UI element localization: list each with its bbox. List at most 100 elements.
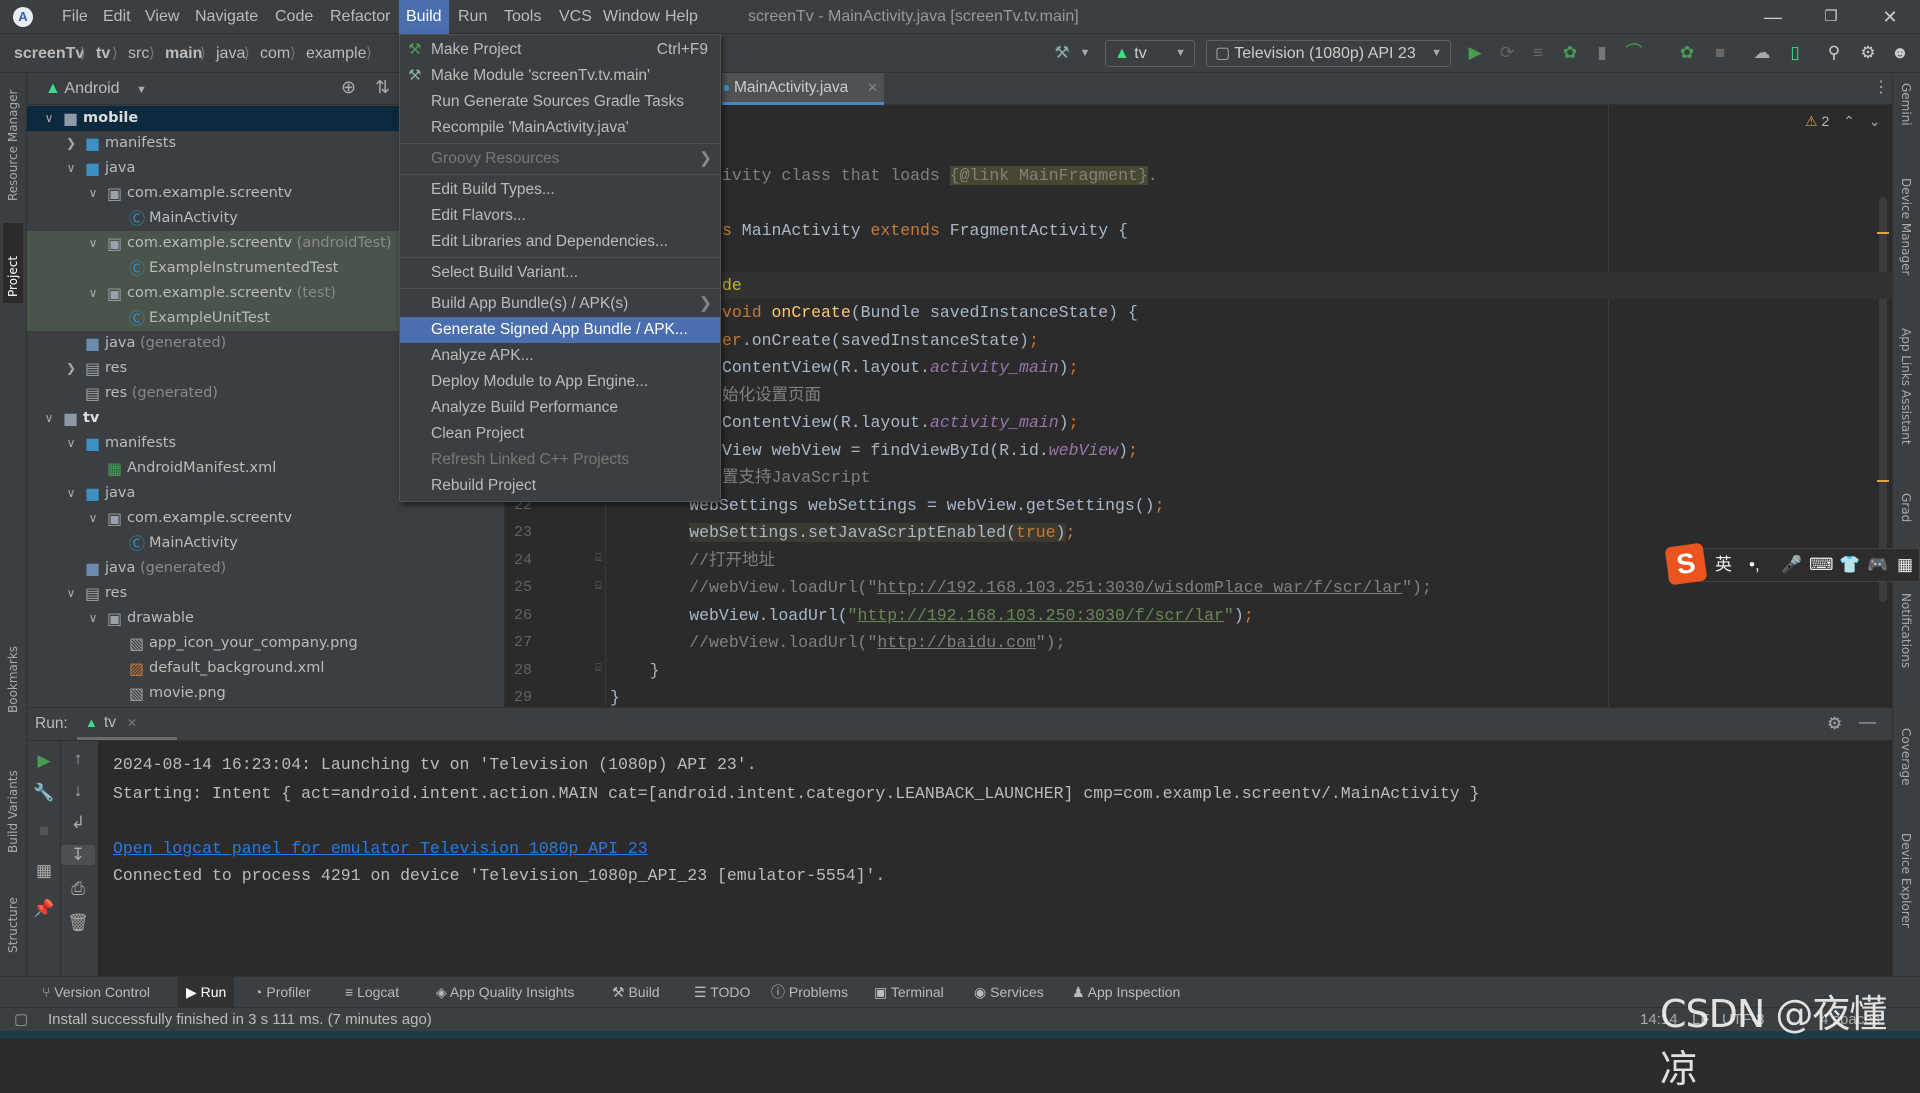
apply-code-changes-icon[interactable]: ≡ <box>1526 41 1550 65</box>
run-tab-tv[interactable]: ▲ tv ✕ <box>77 708 177 740</box>
status-message[interactable]: Install successfully finished in 3 s 111… <box>48 1008 432 1032</box>
device-select[interactable]: ▢ Television (1080p) API 23 ▼ <box>1206 40 1451 67</box>
build-menu-item[interactable]: Clean Project <box>400 421 720 447</box>
code-line[interactable]: } <box>610 657 660 684</box>
breadcrumb-item[interactable]: tv <box>96 34 110 73</box>
build-hammer-icon[interactable]: ⚒ <box>1050 41 1074 65</box>
skin-icon[interactable]: 👕 <box>1839 549 1860 581</box>
attach-debugger-icon[interactable]: ✿ <box>1675 41 1699 65</box>
arrow-down-icon[interactable]: ↓ <box>61 781 95 801</box>
more-options-icon[interactable]: ⋮ <box>1873 77 1889 97</box>
build-menu-item[interactable]: Make Project ⚒ Ctrl+F9 <box>400 37 720 63</box>
build-menu-item[interactable]: Recompile 'MainActivity.java' <box>400 115 720 141</box>
close-tab-icon[interactable]: ✕ <box>127 708 137 738</box>
pin-icon[interactable]: 📌 <box>27 899 61 919</box>
tool-gradle[interactable]: Grad <box>1899 493 1913 522</box>
breadcrumb-item[interactable]: main <box>165 34 202 73</box>
run-config-select[interactable]: ▲ tv ▼ <box>1105 40 1195 67</box>
gear-icon[interactable]: ⚙ <box>1827 714 1842 734</box>
tool-bookmarks[interactable]: Bookmarks <box>6 633 20 713</box>
tool-window-terminal[interactable]: ▣ Terminal <box>866 977 952 1008</box>
ime-punctuation-toggle[interactable]: •, <box>1749 549 1760 581</box>
logcat-link[interactable]: Open logcat panel for emulator Televisio… <box>113 839 648 858</box>
chevron-right-icon[interactable]: ❯ <box>64 131 78 156</box>
menu-edit[interactable]: Edit <box>96 0 138 34</box>
tree-item[interactable]: ■ java (generated) <box>27 556 504 581</box>
breadcrumb-item[interactable]: example <box>306 34 366 73</box>
code-line[interactable]: View webView = findViewById(R.id.webView… <box>722 437 1138 464</box>
tree-item[interactable]: ∨ ▣ drawable <box>27 606 504 631</box>
build-menu-item[interactable]: Generate Signed App Bundle / APK... <box>400 317 720 343</box>
chevron-down-icon[interactable]: ⌄ <box>1869 113 1881 129</box>
build-menu-item[interactable]: Analyze Build Performance <box>400 395 720 421</box>
build-menu-item[interactable]: Run Generate Sources Gradle Tasks <box>400 89 720 115</box>
tool-build-variants[interactable]: Build Variants <box>6 753 20 853</box>
code-line[interactable]: ContentView(R.layout.activity_main); <box>722 354 1078 381</box>
build-menu-item[interactable]: Select Build Variant... <box>400 260 720 286</box>
microphone-icon[interactable]: 🎤 <box>1781 549 1802 581</box>
code-line[interactable]: webSettings.setJavaScriptEnabled(true); <box>610 519 1075 546</box>
build-menu-item[interactable]: Make Module 'screenTv.tv.main' ⚒ <box>400 63 720 89</box>
menu-tools[interactable]: Tools <box>497 0 548 34</box>
chevron-down-icon[interactable]: ∨ <box>64 481 78 506</box>
tool-project[interactable]: Project <box>3 223 23 303</box>
menu-grid-icon[interactable]: ▦ <box>1897 549 1913 581</box>
menu-build[interactable]: Build <box>399 0 449 34</box>
menu-refactor[interactable]: Refactor <box>323 0 397 34</box>
trash-icon[interactable]: 🗑 <box>61 913 95 933</box>
gear-icon[interactable]: ⚙ <box>1856 41 1880 65</box>
code-line[interactable]: void onCreate(Bundle savedInstanceState)… <box>722 299 1138 326</box>
gradle-sync-icon[interactable]: ☁ <box>1750 41 1774 65</box>
menu-run[interactable]: Run <box>451 0 494 34</box>
code-line[interactable]: ivity class that loads {@link MainFragme… <box>722 162 1158 189</box>
minimize-button[interactable]: — <box>1743 0 1803 34</box>
tool-coverage[interactable]: Coverage <box>1899 728 1913 786</box>
breadcrumb-item[interactable]: java <box>216 34 245 73</box>
code-line[interactable]: de <box>722 272 742 299</box>
build-menu-item[interactable]: Build App Bundle(s) / APK(s) ❯ <box>400 291 720 317</box>
inspection-widget[interactable]: ⚠ 2 ⌃ ⌄ <box>1805 113 1881 130</box>
tool-resource-manager[interactable]: Resource Manager <box>6 81 20 201</box>
menu-vcs[interactable]: VCS <box>552 0 599 34</box>
menu-code[interactable]: Code <box>268 0 320 34</box>
tab-mainactivity[interactable]: ● MainActivity.java ✕ <box>722 73 884 105</box>
chevron-down-icon[interactable]: ∨ <box>86 231 100 256</box>
tree-item[interactable]: ▧ app_icon_your_company.png <box>27 631 504 656</box>
stop-icon[interactable]: ■ <box>1708 41 1732 65</box>
code-line[interactable]: //webView.loadUrl("http://192.168.103.25… <box>610 574 1432 601</box>
tool-window-problems[interactable]: ⓘ Problems <box>763 977 856 1008</box>
restore-button[interactable]: ❐ <box>1801 0 1861 34</box>
tool-structure[interactable]: Structure <box>6 878 20 953</box>
tool-window-version-control[interactable]: ⑂ Version Control <box>34 977 158 1008</box>
apply-changes-icon[interactable]: ⟳ <box>1495 41 1519 65</box>
chevron-down-icon[interactable]: ∨ <box>86 606 100 631</box>
chevron-right-icon[interactable]: ❯ <box>64 356 78 381</box>
tool-window-app-quality-insights[interactable]: ◈ App Quality Insights <box>428 977 582 1008</box>
tool-device-explorer[interactable]: Device Explorer <box>1899 833 1913 928</box>
tree-item[interactable]: Ⓒ MainActivity <box>27 531 504 556</box>
code-line[interactable]: 始化设置页面 <box>722 382 821 409</box>
chevron-down-icon[interactable]: ∨ <box>64 431 78 456</box>
build-menu-item[interactable]: Edit Libraries and Dependencies... <box>400 229 720 255</box>
wrench-icon[interactable]: 🔧 <box>27 783 61 803</box>
rerun-icon[interactable]: ▶ <box>27 751 61 771</box>
tool-window-run[interactable]: ▶ Run <box>178 977 235 1008</box>
locate-icon[interactable]: ⊕ <box>341 77 356 98</box>
account-icon[interactable]: ☻ <box>1888 41 1912 65</box>
minimize-panel-icon[interactable]: — <box>1859 712 1876 732</box>
breadcrumb-item[interactable]: screenTv <box>14 34 84 73</box>
tree-item[interactable]: ∨ ▤ res <box>27 581 504 606</box>
sogou-logo-icon[interactable]: S <box>1664 542 1708 586</box>
code-line[interactable]: webView.loadUrl("http://192.168.103.250:… <box>610 602 1253 629</box>
tool-window-services[interactable]: ◉ Services <box>966 977 1052 1008</box>
chevron-down-icon[interactable]: ∨ <box>86 281 100 306</box>
menu-file[interactable]: File <box>55 0 95 34</box>
fold-icon[interactable]: ⌸ <box>595 552 602 565</box>
chevron-down-icon[interactable]: ▼ <box>1073 41 1097 65</box>
search-icon[interactable]: ⚲ <box>1822 41 1846 65</box>
menu-help[interactable]: Help <box>658 0 705 34</box>
tool-window-logcat[interactable]: ≡ Logcat <box>337 977 407 1008</box>
tree-item[interactable]: ▨ default_background.xml <box>27 656 504 681</box>
menu-view[interactable]: View <box>138 0 186 34</box>
chevron-down-icon[interactable]: ∨ <box>86 506 100 531</box>
